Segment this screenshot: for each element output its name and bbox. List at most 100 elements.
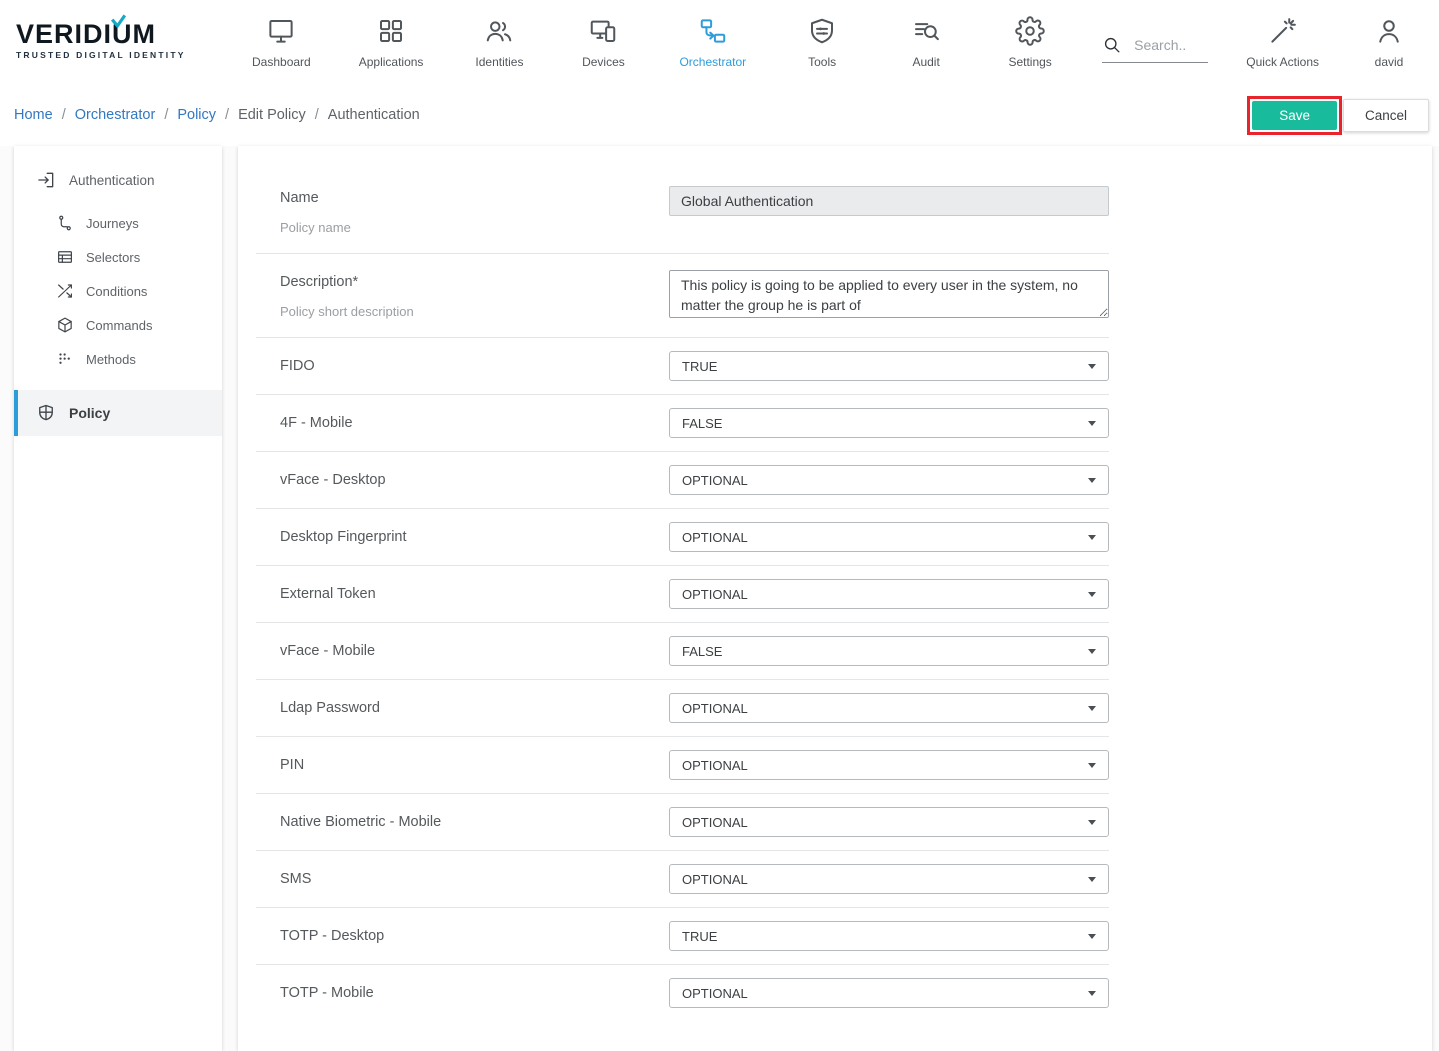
sidebar-list: JourneysSelectorsConditionsCommandsMetho… <box>14 206 222 376</box>
sidebar-item-authentication[interactable]: Authentication <box>14 146 222 206</box>
dots-icon <box>56 350 74 368</box>
top-navigation-bar: VERIDIUM TRUSTED DIGITAL IDENTITY Dashbo… <box>0 0 1439 84</box>
nav-item-settings[interactable]: Settings <box>1002 16 1058 69</box>
dropdown-vface-desktop[interactable]: OPTIONAL <box>669 465 1109 495</box>
field-label-desktop-fingerprint: Desktop Fingerprint <box>280 529 669 545</box>
dropdown-sms[interactable]: OPTIONAL <box>669 864 1109 894</box>
table-icon <box>56 248 74 266</box>
chevron-down-icon <box>1088 934 1096 939</box>
header-right: Quick Actions david <box>1246 16 1417 69</box>
breadcrumb-separator: / <box>315 107 319 123</box>
search-box <box>1102 35 1208 63</box>
field-label-fido: FIDO <box>280 358 669 374</box>
sidebar-item-conditions[interactable]: Conditions <box>14 274 222 308</box>
save-annotation-highlight: Save <box>1247 96 1342 135</box>
monitor-icon <box>266 16 296 46</box>
dropdown-4f-mobile[interactable]: FALSE <box>669 408 1109 438</box>
brand-tagline: TRUSTED DIGITAL IDENTITY <box>16 50 186 60</box>
chevron-down-icon <box>1088 649 1096 654</box>
nav-item-identities[interactable]: Identities <box>471 16 527 69</box>
dropdown-ldap-password[interactable]: OPTIONAL <box>669 693 1109 723</box>
content-area: Authentication JourneysSelectorsConditio… <box>0 146 1439 1051</box>
breadcrumb: Home/Orchestrator/Policy/Edit Policy/Aut… <box>14 107 420 123</box>
field-label-pin: PIN <box>280 757 669 773</box>
main-nav: Dashboard Applications Identities Devices Or… <box>252 16 1058 69</box>
dropdown-vface-mobile[interactable]: FALSE <box>669 636 1109 666</box>
chevron-down-icon <box>1088 820 1096 825</box>
name-label: Name <box>280 190 669 206</box>
nav-item-dashboard[interactable]: Dashboard <box>252 16 311 69</box>
dropdown-pin[interactable]: OPTIONAL <box>669 750 1109 780</box>
sidebar-item-journeys[interactable]: Journeys <box>14 206 222 240</box>
shield-icon <box>36 403 56 423</box>
user-menu[interactable]: david <box>1361 16 1417 69</box>
form-row-sms: SMSOPTIONAL <box>256 850 1109 907</box>
policy-description-textarea[interactable]: This policy is going to be applied to ev… <box>669 270 1109 318</box>
breadcrumb-item-orchestrator[interactable]: Orchestrator <box>75 107 156 123</box>
policy-form: Name Policy name Description* Policy sho… <box>256 164 1109 1021</box>
form-row-desktop-fingerprint: Desktop FingerprintOPTIONAL <box>256 508 1109 565</box>
sidebar-item-selectors[interactable]: Selectors <box>14 240 222 274</box>
chevron-down-icon <box>1088 364 1096 369</box>
field-label-4f-mobile: 4F - Mobile <box>280 415 669 431</box>
chevron-down-icon <box>1088 763 1096 768</box>
audit-icon <box>911 16 941 46</box>
breadcrumb-item-policy[interactable]: Policy <box>177 107 216 123</box>
chevron-down-icon <box>1088 421 1096 426</box>
quick-actions-button[interactable]: Quick Actions <box>1246 16 1319 69</box>
dropdown-external-token[interactable]: OPTIONAL <box>669 579 1109 609</box>
sidebar-item-policy[interactable]: Policy <box>14 390 222 436</box>
form-row-ldap-password: Ldap PasswordOPTIONAL <box>256 679 1109 736</box>
policy-edit-form-card: Name Policy name Description* Policy sho… <box>238 146 1432 1051</box>
nav-item-applications[interactable]: Applications <box>359 16 424 69</box>
devices-icon <box>588 16 618 46</box>
breadcrumb-item-home[interactable]: Home <box>14 107 53 123</box>
route-icon <box>56 214 74 232</box>
breadcrumb-separator: / <box>62 107 66 123</box>
form-row-external-token: External TokenOPTIONAL <box>256 565 1109 622</box>
nav-item-devices[interactable]: Devices <box>575 16 631 69</box>
form-row-vface-mobile: vFace - MobileFALSE <box>256 622 1109 679</box>
description-hint: Policy short description <box>280 304 669 319</box>
chevron-down-icon <box>1088 877 1096 882</box>
dropdown-totp-desktop[interactable]: TRUE <box>669 921 1109 951</box>
name-hint: Policy name <box>280 220 669 235</box>
policy-name-input[interactable] <box>669 186 1109 216</box>
page-actions: Save Cancel <box>1247 96 1429 135</box>
field-label-native-biometric-mobile: Native Biometric - Mobile <box>280 814 669 830</box>
dropdown-rows: FIDOTRUE4F - MobileFALSEvFace - DesktopO… <box>256 337 1109 1021</box>
veridium-logo[interactable]: VERIDIUM TRUSTED DIGITAL IDENTITY <box>16 21 228 63</box>
form-row-vface-desktop: vFace - DesktopOPTIONAL <box>256 451 1109 508</box>
sidebar-item-methods[interactable]: Methods <box>14 342 222 376</box>
cancel-button[interactable]: Cancel <box>1343 99 1429 132</box>
field-label-vface-mobile: vFace - Mobile <box>280 643 669 659</box>
users-icon <box>484 16 514 46</box>
search-input[interactable] <box>1132 36 1208 54</box>
shield-sliders-icon <box>807 16 837 46</box>
form-row-4f-mobile: 4F - MobileFALSE <box>256 394 1109 451</box>
save-button[interactable]: Save <box>1252 101 1337 130</box>
logo-check-icon <box>110 14 127 28</box>
form-row-description: Description* Policy short description Th… <box>256 253 1109 337</box>
nav-item-audit[interactable]: Audit <box>898 16 954 69</box>
sidebar: Authentication JourneysSelectorsConditio… <box>14 146 222 1051</box>
dropdown-totp-mobile[interactable]: OPTIONAL <box>669 978 1109 1008</box>
gear-icon <box>1015 16 1045 46</box>
dropdown-desktop-fingerprint[interactable]: OPTIONAL <box>669 522 1109 552</box>
nav-item-tools[interactable]: Tools <box>794 16 850 69</box>
breadcrumb-separator: / <box>225 107 229 123</box>
nav-item-orchestrator[interactable]: Orchestrator <box>679 16 746 69</box>
dropdown-fido[interactable]: TRUE <box>669 351 1109 381</box>
grid-icon <box>376 16 406 46</box>
breadcrumb-separator: / <box>164 107 168 123</box>
login-icon <box>36 170 56 190</box>
wand-icon <box>1268 16 1298 46</box>
field-label-ldap-password: Ldap Password <box>280 700 669 716</box>
dropdown-native-biometric-mobile[interactable]: OPTIONAL <box>669 807 1109 837</box>
sidebar-item-commands[interactable]: Commands <box>14 308 222 342</box>
search-icon <box>1102 35 1122 55</box>
shuffle-icon <box>56 282 74 300</box>
field-label-vface-desktop: vFace - Desktop <box>280 472 669 488</box>
form-row-name: Name Policy name <box>256 164 1109 253</box>
breadcrumb-item-edit-policy: Edit Policy <box>238 107 306 123</box>
